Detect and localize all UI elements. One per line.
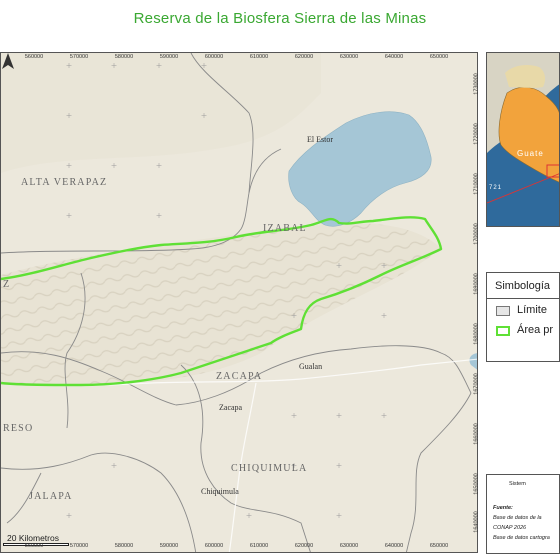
x-coordinates-top: 560000 570000 580000 590000 600000 61000…: [0, 54, 478, 64]
y-tick: 1660000: [473, 423, 480, 445]
sources-header: Sistem: [509, 481, 526, 487]
dept-label-chiquimula: CHIQUIMULA: [231, 463, 308, 474]
dept-label-baja-verapaz: Z: [3, 279, 11, 290]
x-tick: 610000: [249, 543, 269, 549]
y-tick: 1690000: [473, 273, 480, 295]
x-tick: 620000: [294, 543, 314, 549]
y-tick: 1720000: [473, 123, 480, 145]
sources-line2: CONAP 2026: [493, 525, 527, 531]
town-label-chiquimula: Chiquimula: [201, 487, 239, 496]
x-tick: 570000: [69, 543, 89, 549]
legend-divider: [487, 298, 560, 299]
legend: Simbología Límite Área pr: [486, 272, 560, 362]
x-tick: 590000: [159, 54, 179, 60]
legend-swatch-limite: [496, 306, 510, 316]
legend-item-limite: Límite: [517, 304, 547, 316]
sources-line1: Base de datos de la: [493, 515, 542, 521]
dept-label-zacapa: ZACAPA: [216, 371, 263, 382]
x-tick: 590000: [159, 543, 179, 549]
dept-label-alta-verapaz: ALTA VERAPAZ: [21, 177, 108, 188]
inset-locator-map[interactable]: Guate 721: [486, 52, 560, 227]
town-label-el-estor: El Estor: [307, 135, 333, 144]
map-title: Reserva de la Biosfera Sierra de las Min…: [133, 10, 427, 27]
x-tick: 620000: [294, 54, 314, 60]
x-coordinates-bottom: 560000 570000 580000 590000 600000 61000…: [0, 543, 478, 553]
x-tick: 580000: [114, 54, 134, 60]
y-coordinates-right: 1730000 1720000 1710000 1700000 1690000 …: [462, 52, 480, 553]
x-tick: 630000: [339, 543, 359, 549]
inset-extra-label: 721: [489, 185, 503, 191]
inset-canvas: [487, 53, 559, 204]
x-tick: 560000: [24, 543, 44, 549]
map-canvas: [1, 53, 477, 552]
x-tick: 560000: [24, 54, 44, 60]
dept-label-jalapa: JALAPA: [29, 491, 73, 502]
x-tick: 570000: [69, 54, 89, 60]
x-tick: 650000: [429, 54, 449, 60]
x-tick: 600000: [204, 543, 224, 549]
sources-line3: Base de datos cartogra: [493, 535, 550, 541]
legend-swatch-area-protegida: [496, 326, 510, 336]
sources-fuente: Fuente:: [493, 505, 513, 511]
y-tick: 1710000: [473, 173, 480, 195]
sources-box: Sistem Fuente: Base de datos de la CONAP…: [486, 474, 560, 554]
scale-label: 20 Kilometros: [7, 533, 59, 543]
y-tick: 1650000: [473, 473, 480, 495]
x-tick: 610000: [249, 54, 269, 60]
town-label-gualan: Gualan: [299, 362, 323, 371]
inset-country-label: Guate: [517, 149, 544, 158]
main-map[interactable]: ALTA VERAPAZ IZABAL ZACAPA CHIQUIMULA JA…: [0, 52, 478, 553]
y-tick: 1730000: [473, 73, 480, 95]
town-label-zacapa: Zacapa: [219, 403, 243, 412]
y-tick: 1670000: [473, 373, 480, 395]
legend-title: Simbología: [495, 280, 551, 292]
x-tick: 600000: [204, 54, 224, 60]
x-tick: 650000: [429, 543, 449, 549]
x-tick: 640000: [384, 54, 404, 60]
y-tick: 1640000: [473, 511, 480, 533]
x-tick: 640000: [384, 543, 404, 549]
dept-label-izabal: IZABAL: [263, 223, 307, 234]
dept-label-progreso: RESO: [3, 423, 34, 434]
x-tick: 630000: [339, 54, 359, 60]
x-tick: 580000: [114, 543, 134, 549]
y-tick: 1700000: [473, 223, 480, 245]
y-tick: 1680000: [473, 323, 480, 345]
legend-item-area-protegida: Área pr: [517, 324, 554, 336]
inset-guatemala: [498, 86, 559, 183]
